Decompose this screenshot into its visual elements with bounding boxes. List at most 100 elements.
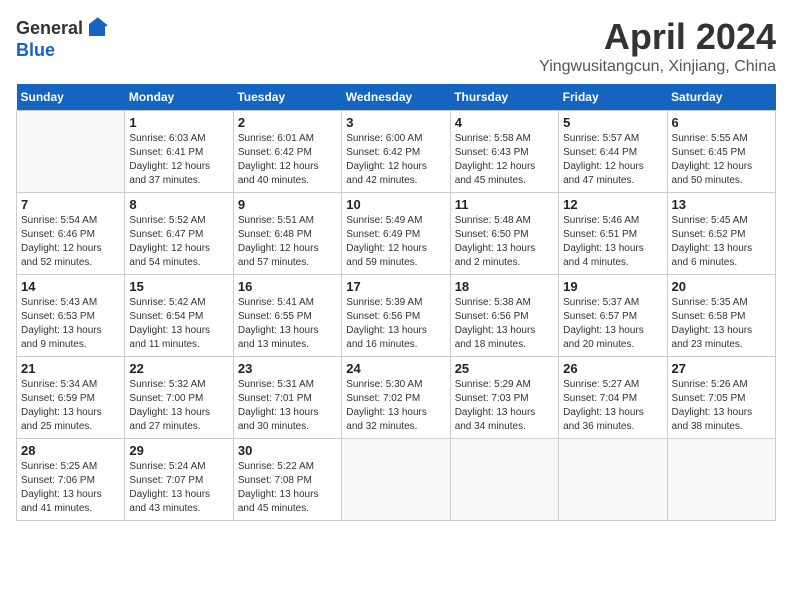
calendar-cell: 11 Sunrise: 5:48 AM Sunset: 6:50 PM Dayli… — [450, 193, 558, 275]
calendar-week-row: 28Sunrise: 5:25 AM Sunset: 7:06 PM Dayli… — [17, 439, 776, 521]
logo-blue-text: Blue — [16, 40, 55, 61]
day-info: Sunrise: 5:35 AM Sunset: 6:58 PM Dayligh… — [672, 296, 771, 352]
calendar-week-row: 14Sunrise: 5:43 AM Sunset: 6:53 PM Dayli… — [17, 275, 776, 357]
calendar-cell: 18 Sunrise: 5:38 AM Sunset: 6:56 PM Dayli… — [450, 275, 558, 357]
day-info: Sunrise: 5:49 AM Sunset: 6:49 PM Dayligh… — [346, 214, 445, 270]
calendar-cell: 27Sunrise: 5:26 AM Sunset: 7:05 PM Dayli… — [667, 357, 775, 439]
day-number: 8 — [129, 197, 228, 212]
day-info: Sunrise: 5:43 AM Sunset: 6:53 PM Dayligh… — [21, 296, 120, 352]
calendar-cell: 15 Sunrise: 5:42 AM Sunset: 6:54 PM Dayli… — [125, 275, 233, 357]
day-info: Sunrise: 6:01 AM Sunset: 6:42 PM Dayligh… — [238, 132, 337, 188]
calendar-cell: 28Sunrise: 5:25 AM Sunset: 7:06 PM Dayli… — [17, 439, 125, 521]
calendar-cell: 24 Sunrise: 5:30 AM Sunset: 7:02 PM Dayli… — [342, 357, 450, 439]
day-number: 19 — [563, 279, 662, 294]
day-info: Sunrise: 5:32 AM Sunset: 7:00 PM Dayligh… — [129, 378, 228, 434]
logo: General Blue — [16, 16, 109, 61]
day-info: Sunrise: 5:38 AM Sunset: 6:56 PM Dayligh… — [455, 296, 554, 352]
location-title: Yingwusitangcun, Xinjiang, China — [539, 58, 776, 76]
day-number: 9 — [238, 197, 337, 212]
calendar-cell: 1Sunrise: 6:03 AM Sunset: 6:41 PM Daylig… — [125, 111, 233, 193]
calendar-cell: 23 Sunrise: 5:31 AM Sunset: 7:01 PM Dayli… — [233, 357, 341, 439]
day-number: 23 — [238, 361, 337, 376]
calendar-cell: 19 Sunrise: 5:37 AM Sunset: 6:57 PM Dayli… — [559, 275, 667, 357]
day-info: Sunrise: 5:45 AM Sunset: 6:52 PM Dayligh… — [672, 214, 771, 270]
calendar-cell: 2 Sunrise: 6:01 AM Sunset: 6:42 PM Daylig… — [233, 111, 341, 193]
day-number: 3 — [346, 115, 445, 130]
day-number: 24 — [346, 361, 445, 376]
calendar-cell: 17 Sunrise: 5:39 AM Sunset: 6:56 PM Dayli… — [342, 275, 450, 357]
day-number: 15 — [129, 279, 228, 294]
calendar-cell: 16 Sunrise: 5:41 AM Sunset: 6:55 PM Dayli… — [233, 275, 341, 357]
calendar-cell: 6 Sunrise: 5:55 AM Sunset: 6:45 PM Daylig… — [667, 111, 775, 193]
calendar-week-row: 1Sunrise: 6:03 AM Sunset: 6:41 PM Daylig… — [17, 111, 776, 193]
calendar-cell: 4 Sunrise: 5:58 AM Sunset: 6:43 PM Daylig… — [450, 111, 558, 193]
weekday-header-tuesday: Tuesday — [233, 84, 341, 111]
calendar-cell: 12Sunrise: 5:46 AM Sunset: 6:51 PM Dayli… — [559, 193, 667, 275]
day-number: 16 — [238, 279, 337, 294]
weekday-header-friday: Friday — [559, 84, 667, 111]
calendar-week-row: 21Sunrise: 5:34 AM Sunset: 6:59 PM Dayli… — [17, 357, 776, 439]
calendar-cell: 7 Sunrise: 5:54 AM Sunset: 6:46 PM Daylig… — [17, 193, 125, 275]
calendar-cell: 29 Sunrise: 5:24 AM Sunset: 7:07 PM Dayli… — [125, 439, 233, 521]
calendar-table: SundayMondayTuesdayWednesdayThursdayFrid… — [16, 84, 776, 521]
day-number: 29 — [129, 443, 228, 458]
logo-general-text: General — [16, 18, 83, 39]
day-info: Sunrise: 5:24 AM Sunset: 7:07 PM Dayligh… — [129, 460, 228, 516]
day-number: 25 — [455, 361, 554, 376]
calendar-cell: 30 Sunrise: 5:22 AM Sunset: 7:08 PM Dayli… — [233, 439, 341, 521]
day-info: Sunrise: 5:55 AM Sunset: 6:45 PM Dayligh… — [672, 132, 771, 188]
day-info: Sunrise: 5:41 AM Sunset: 6:55 PM Dayligh… — [238, 296, 337, 352]
weekday-header-sunday: Sunday — [17, 84, 125, 111]
calendar-cell: 21Sunrise: 5:34 AM Sunset: 6:59 PM Dayli… — [17, 357, 125, 439]
day-number: 30 — [238, 443, 337, 458]
day-number: 4 — [455, 115, 554, 130]
day-number: 13 — [672, 197, 771, 212]
day-number: 21 — [21, 361, 120, 376]
day-info: Sunrise: 5:29 AM Sunset: 7:03 PM Dayligh… — [455, 378, 554, 434]
day-number: 7 — [21, 197, 120, 212]
title-area: April 2024 Yingwusitangcun, Xinjiang, Ch… — [539, 16, 776, 76]
day-info: Sunrise: 5:25 AM Sunset: 7:06 PM Dayligh… — [21, 460, 120, 516]
day-info: Sunrise: 5:57 AM Sunset: 6:44 PM Dayligh… — [563, 132, 662, 188]
day-info: Sunrise: 5:52 AM Sunset: 6:47 PM Dayligh… — [129, 214, 228, 270]
day-info: Sunrise: 5:27 AM Sunset: 7:04 PM Dayligh… — [563, 378, 662, 434]
day-info: Sunrise: 5:54 AM Sunset: 6:46 PM Dayligh… — [21, 214, 120, 270]
calendar-cell — [667, 439, 775, 521]
calendar-cell — [342, 439, 450, 521]
day-info: Sunrise: 5:39 AM Sunset: 6:56 PM Dayligh… — [346, 296, 445, 352]
calendar-cell — [17, 111, 125, 193]
day-info: Sunrise: 5:48 AM Sunset: 6:50 PM Dayligh… — [455, 214, 554, 270]
calendar-week-row: 7 Sunrise: 5:54 AM Sunset: 6:46 PM Daylig… — [17, 193, 776, 275]
day-info: Sunrise: 5:26 AM Sunset: 7:05 PM Dayligh… — [672, 378, 771, 434]
calendar-cell — [450, 439, 558, 521]
page-header: General Blue April 2024 Yingwusitangcun,… — [16, 16, 776, 76]
month-title: April 2024 — [539, 16, 776, 58]
weekday-header-thursday: Thursday — [450, 84, 558, 111]
calendar-cell: 26Sunrise: 5:27 AM Sunset: 7:04 PM Dayli… — [559, 357, 667, 439]
calendar-cell: 8 Sunrise: 5:52 AM Sunset: 6:47 PM Daylig… — [125, 193, 233, 275]
day-number: 11 — [455, 197, 554, 212]
day-info: Sunrise: 5:30 AM Sunset: 7:02 PM Dayligh… — [346, 378, 445, 434]
day-number: 22 — [129, 361, 228, 376]
weekday-header-saturday: Saturday — [667, 84, 775, 111]
day-number: 1 — [129, 115, 228, 130]
day-info: Sunrise: 6:00 AM Sunset: 6:42 PM Dayligh… — [346, 132, 445, 188]
day-info: Sunrise: 5:58 AM Sunset: 6:43 PM Dayligh… — [455, 132, 554, 188]
day-number: 17 — [346, 279, 445, 294]
day-info: Sunrise: 5:22 AM Sunset: 7:08 PM Dayligh… — [238, 460, 337, 516]
day-number: 6 — [672, 115, 771, 130]
day-info: Sunrise: 5:42 AM Sunset: 6:54 PM Dayligh… — [129, 296, 228, 352]
calendar-cell: 14Sunrise: 5:43 AM Sunset: 6:53 PM Dayli… — [17, 275, 125, 357]
day-number: 18 — [455, 279, 554, 294]
day-info: Sunrise: 5:31 AM Sunset: 7:01 PM Dayligh… — [238, 378, 337, 434]
logo-icon — [85, 16, 109, 40]
weekday-header-row: SundayMondayTuesdayWednesdayThursdayFrid… — [17, 84, 776, 111]
day-number: 2 — [238, 115, 337, 130]
day-info: Sunrise: 5:37 AM Sunset: 6:57 PM Dayligh… — [563, 296, 662, 352]
calendar-cell: 9Sunrise: 5:51 AM Sunset: 6:48 PM Daylig… — [233, 193, 341, 275]
calendar-cell: 13 Sunrise: 5:45 AM Sunset: 6:52 PM Dayli… — [667, 193, 775, 275]
calendar-cell: 20Sunrise: 5:35 AM Sunset: 6:58 PM Dayli… — [667, 275, 775, 357]
weekday-header-wednesday: Wednesday — [342, 84, 450, 111]
weekday-header-monday: Monday — [125, 84, 233, 111]
calendar-cell: 10Sunrise: 5:49 AM Sunset: 6:49 PM Dayli… — [342, 193, 450, 275]
